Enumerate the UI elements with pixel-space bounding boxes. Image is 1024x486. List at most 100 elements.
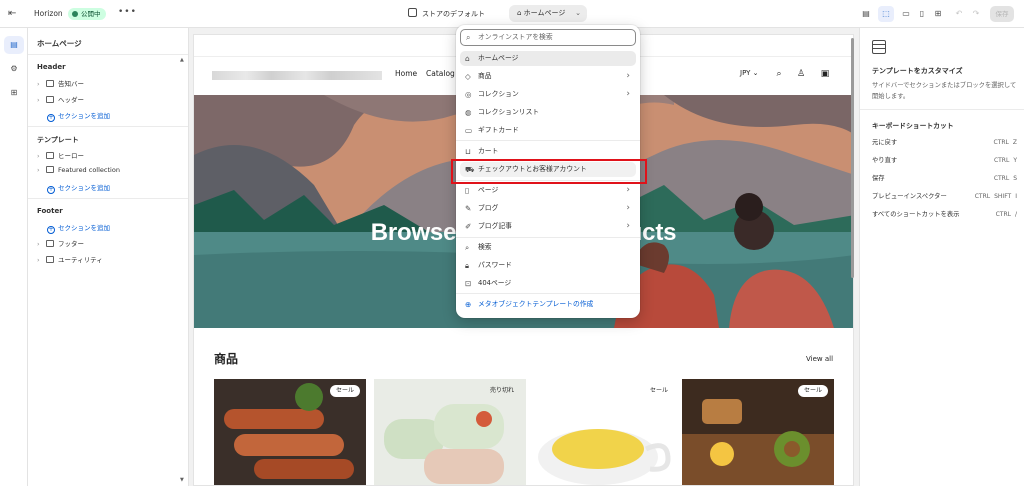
- menu-item-home[interactable]: ⌂ ホームページ: [460, 51, 636, 66]
- mobile-preview-icon[interactable]: ▯: [914, 6, 930, 22]
- menu-item-gift-card[interactable]: ▭ ギフトカード: [460, 123, 636, 138]
- menu-item-products[interactable]: ◇ 商品 ›: [460, 69, 636, 84]
- shortcut-label: 元に戻す: [872, 139, 898, 146]
- product-card[interactable]: セール: [214, 379, 366, 485]
- panel-description: サイドバーでセクションまたはブロックを選択して開始します。: [872, 82, 1017, 100]
- chevron-right-icon: ›: [37, 240, 40, 248]
- menu-item-password[interactable]: 🔒︎ パスワード: [460, 258, 636, 273]
- search-icon[interactable]: ⌕: [774, 69, 784, 79]
- menu-item-cart[interactable]: ⊔ カート: [460, 144, 636, 159]
- sidebar-item-header[interactable]: › ヘッダー: [37, 94, 84, 104]
- preview-scrollbar[interactable]: [851, 32, 855, 486]
- shortcut-label: やり直す: [872, 157, 898, 164]
- sections-icon[interactable]: ▤: [4, 36, 24, 54]
- menu-item-label: ブログ記事: [478, 222, 512, 230]
- add-section-footer-button[interactable]: + セクションを追加: [47, 222, 110, 234]
- menu-item-label: コレクションリスト: [478, 108, 540, 116]
- divider: [456, 237, 640, 238]
- settings-gear-icon[interactable]: ⚙: [4, 60, 24, 78]
- menu-item-label: 404ページ: [478, 279, 512, 287]
- menu-item-label: ページ: [478, 186, 499, 194]
- create-metaobject-template-button[interactable]: ⊕ メタオブジェクトテンプレートの作成: [460, 297, 636, 312]
- section-icon: [46, 166, 54, 173]
- view-all-link[interactable]: View all: [806, 355, 833, 363]
- scrollbar-thumb[interactable]: [851, 38, 854, 278]
- search-placeholder: オンラインストアを検索: [478, 33, 553, 41]
- footer-group-label: Footer: [37, 207, 63, 215]
- nav-link-catalog[interactable]: Catalog: [426, 69, 455, 78]
- highlight-annotation: [451, 159, 647, 184]
- gift-card-icon: ▭: [465, 126, 473, 135]
- sidebar-item-utility[interactable]: › ユーティリティ: [37, 254, 103, 264]
- chevron-right-icon: ›: [626, 89, 630, 99]
- sale-badge: セール: [649, 387, 668, 394]
- add-section-template-button[interactable]: + セクションを追加: [47, 182, 110, 194]
- plus-circle-icon: +: [47, 186, 55, 194]
- sidebar-item-footer[interactable]: › フッター: [37, 238, 84, 248]
- header-icon: [46, 96, 54, 103]
- chevron-right-icon: ›: [626, 221, 630, 231]
- sidebar-item-label: 告知バー: [58, 80, 84, 88]
- key: /: [1014, 211, 1017, 218]
- scroll-up-icon[interactable]: ▲: [180, 57, 184, 63]
- page-icon: ▯: [465, 186, 470, 195]
- chevron-right-icon: ›: [37, 166, 40, 174]
- product-card[interactable]: セール: [682, 379, 834, 485]
- save-button[interactable]: 保存: [990, 6, 1014, 22]
- menu-item-blog[interactable]: ✎ ブログ ›: [460, 201, 636, 216]
- exit-icon[interactable]: ⇤: [8, 8, 20, 20]
- footer-icon: [46, 256, 54, 263]
- sidebar-item-featured-collection[interactable]: › Featured collection: [37, 166, 120, 174]
- theme-settings-button[interactable]: ストアのデフォルト: [408, 8, 485, 19]
- add-section-label: セクションを追加: [58, 112, 110, 120]
- menu-item-collections[interactable]: ◎ コレクション ›: [460, 87, 636, 102]
- key: CTRL: [993, 157, 1010, 164]
- chevron-right-icon: ›: [626, 203, 630, 213]
- chevron-right-icon: ›: [37, 256, 40, 264]
- key: CTRL: [974, 193, 991, 200]
- menu-item-collection-list[interactable]: ◍ コレクションリスト: [460, 105, 636, 120]
- shortcut-label: すべてのショートカットを表示: [872, 211, 960, 218]
- theme-name: Horizon: [34, 9, 63, 18]
- account-icon[interactable]: ♙: [796, 69, 806, 79]
- product-card[interactable]: セール: [528, 379, 680, 485]
- menu-item-404[interactable]: ⊡ 404ページ: [460, 276, 636, 291]
- add-section-header-button[interactable]: + セクションを追加: [47, 110, 110, 122]
- menu-item-label: コレクション: [478, 90, 519, 98]
- fullscreen-icon[interactable]: ⊞: [930, 6, 946, 22]
- shortcut-row: 保存 CTRL S: [872, 173, 1017, 185]
- redo-icon[interactable]: ↷: [968, 6, 984, 22]
- undo-icon[interactable]: ↶: [951, 6, 967, 22]
- key: CTRL: [993, 175, 1010, 182]
- search-input[interactable]: ⌕ オンラインストアを検索: [460, 29, 636, 46]
- currency-label: JPY: [740, 69, 751, 77]
- sidebar-title: ホームページ: [37, 39, 82, 48]
- sidebar-item-label: ユーティリティ: [58, 256, 103, 264]
- store-logo[interactable]: [212, 71, 382, 80]
- desktop-preview-icon[interactable]: ▭: [898, 6, 914, 22]
- menu-item-label: カート: [478, 147, 499, 155]
- database-icon[interactable]: ▤: [858, 6, 874, 22]
- blog-post-icon: ✐: [465, 222, 472, 231]
- sidebar-item-label: Featured collection: [58, 166, 120, 174]
- apps-icon[interactable]: ⊞: [4, 84, 24, 102]
- product-card[interactable]: 売り切れ: [374, 379, 526, 485]
- menu-item-pages[interactable]: ▯ ページ ›: [460, 183, 636, 198]
- sidebar-item-announcement-bar[interactable]: › 告知バー: [37, 78, 84, 88]
- inspector-panel: テンプレートをカスタマイズ サイドバーでセクションまたはブロックを選択して開始し…: [859, 28, 1024, 486]
- menu-item-search[interactable]: ⌕ 検索: [460, 240, 636, 255]
- scroll-down-icon[interactable]: ▼: [180, 477, 184, 483]
- sidebar-item-hero[interactable]: › ヒーロー: [37, 150, 84, 160]
- menu-item-label: メタオブジェクトテンプレートの作成: [478, 300, 594, 308]
- key: CTRL: [995, 211, 1011, 218]
- page-selector[interactable]: ⌂ ホームページ ⌄: [509, 5, 587, 22]
- template-group-label: テンプレート: [37, 136, 79, 144]
- home-icon: ⌂: [517, 9, 524, 17]
- menu-item-blog-post[interactable]: ✐ ブログ記事 ›: [460, 219, 636, 234]
- more-actions-button[interactable]: •••: [118, 7, 137, 17]
- cart-icon[interactable]: ▣: [820, 69, 830, 79]
- divider: [28, 126, 188, 127]
- inspector-icon[interactable]: ⬚: [878, 6, 894, 22]
- nav-link-home[interactable]: Home: [395, 69, 417, 78]
- currency-selector[interactable]: JPY ⌄: [740, 69, 759, 77]
